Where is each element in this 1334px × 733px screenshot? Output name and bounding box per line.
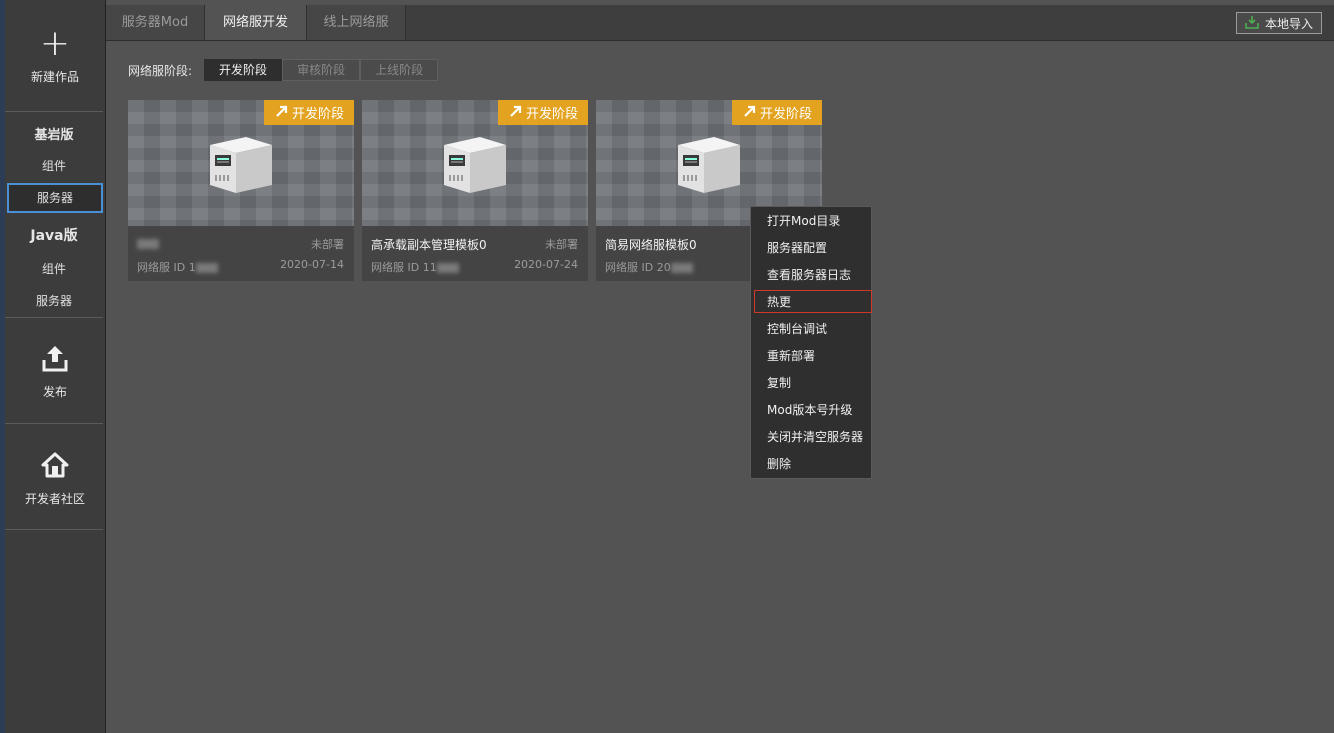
badge-label: 开发阶段 [291, 107, 344, 122]
menu-item-hot-update[interactable]: 热更 [754, 290, 872, 313]
menu-item-console-debug[interactable]: 控制台调试 [751, 318, 871, 340]
server-id-text: 网络服 ID 11 [371, 261, 437, 274]
badge-label: 开发阶段 [759, 107, 812, 122]
divider [5, 111, 103, 112]
server-icon [206, 133, 276, 199]
plus-icon: + [39, 23, 71, 64]
server-icon [440, 133, 510, 199]
badge-label: 开发阶段 [525, 107, 578, 122]
stage-review-button[interactable]: 审核阶段 [282, 59, 361, 81]
publish-label: 发布 [42, 385, 67, 399]
card-date: 2020-07-24 [514, 258, 578, 271]
sidebar-item-bedrock-server[interactable]: 服务器 [7, 183, 103, 213]
tab-online-network[interactable]: 线上网络服 [307, 5, 406, 40]
card-name: 高承载副本管理模板0 [371, 238, 487, 252]
card-name: 简易网络服模板0 [605, 238, 697, 252]
redacted-id [436, 263, 459, 273]
bedrock-heading: 基岩版 [34, 128, 74, 143]
menu-item-server-config[interactable]: 服务器配置 [751, 237, 871, 259]
card-thumbnail: 开发阶段 [362, 100, 588, 226]
local-import-button[interactable]: 本地导入 [1236, 12, 1322, 34]
sidebar-item-java-server[interactable]: 服务器 [5, 292, 103, 309]
stage-label: 网络服阶段: [128, 63, 193, 78]
menu-item-upgrade-version[interactable]: Mod版本号升级 [751, 399, 871, 421]
redacted-id [195, 263, 218, 273]
new-project-label: 新建作品 [30, 70, 79, 84]
home-icon [5, 448, 105, 482]
sidebar-item-bedrock-component[interactable]: 组件 [5, 157, 103, 174]
server-icon [674, 133, 744, 199]
deploy-status: 未部署 [545, 238, 578, 251]
server-id: 网络服 ID 11 [371, 259, 459, 275]
tab-network-dev[interactable]: 网络服开发 [205, 5, 307, 40]
divider [5, 317, 103, 318]
menu-item-delete[interactable]: 删除 [751, 453, 871, 475]
server-card[interactable]: 开发阶段 未部署 网络服 ID 1 2020-07-14 [128, 100, 354, 281]
menu-item-open-mod-dir[interactable]: 打开Mod目录 [751, 210, 871, 232]
stage-online-button[interactable]: 上线阶段 [360, 59, 439, 81]
menu-item-view-logs[interactable]: 查看服务器日志 [751, 264, 871, 286]
publish-button[interactable]: 发布 [5, 341, 105, 400]
redacted-id [670, 263, 693, 273]
context-menu: 打开Mod目录 服务器配置 查看服务器日志 热更 控制台调试 重新部署 复制 M… [750, 206, 872, 479]
menu-item-copy[interactable]: 复制 [751, 372, 871, 394]
sidebar: + 新建作品 基岩版 组件 服务器 Java版 组件 服务器 发布 开发者社区 [5, 0, 106, 733]
upload-icon [5, 341, 105, 375]
card-thumbnail: 开发阶段 [128, 100, 354, 226]
deploy-status: 未部署 [311, 238, 344, 251]
arrow-up-right-icon [742, 103, 758, 123]
community-label: 开发者社区 [24, 492, 85, 506]
java-heading: Java版 [30, 228, 78, 244]
server-id-text: 网络服 ID 20 [605, 261, 671, 274]
server-card[interactable]: 开发阶段 高承载副本管理模板0 未部署 网络服 ID 11 2020-07-24 [362, 100, 588, 281]
stage-badge: 开发阶段 [732, 100, 822, 125]
stage-dev-button[interactable]: 开发阶段 [204, 59, 283, 81]
new-project-button[interactable]: + 新建作品 [5, 26, 105, 85]
server-id: 网络服 ID 1 [137, 259, 218, 275]
tab-bar: 服务器Mod 网络服开发 线上网络服 本地导入 [106, 5, 1334, 41]
local-import-label: 本地导入 [1264, 16, 1313, 31]
sidebar-item-java-component[interactable]: 组件 [5, 260, 103, 277]
arrow-up-right-icon [508, 103, 524, 123]
menu-item-redeploy[interactable]: 重新部署 [751, 345, 871, 367]
community-button[interactable]: 开发者社区 [5, 448, 105, 507]
menu-item-close-clear[interactable]: 关闭并清空服务器 [751, 426, 871, 448]
main-panel: 服务器Mod 网络服开发 线上网络服 本地导入 网络服阶段: 开发阶段 审核阶段… [106, 0, 1334, 733]
arrow-up-right-icon [274, 103, 290, 123]
download-icon [1245, 15, 1259, 32]
stage-badge: 开发阶段 [264, 100, 354, 125]
tab-server-mod[interactable]: 服务器Mod [106, 5, 205, 40]
stage-badge: 开发阶段 [498, 100, 588, 125]
server-id-text: 网络服 ID 1 [137, 261, 196, 274]
divider [5, 529, 103, 530]
card-date: 2020-07-14 [280, 258, 344, 271]
server-id: 网络服 ID 20 [605, 259, 693, 275]
redacted-name [137, 238, 159, 249]
card-name [137, 236, 159, 250]
divider [5, 423, 103, 424]
stage-filter: 网络服阶段: 开发阶段 审核阶段 上线阶段 [128, 59, 439, 81]
